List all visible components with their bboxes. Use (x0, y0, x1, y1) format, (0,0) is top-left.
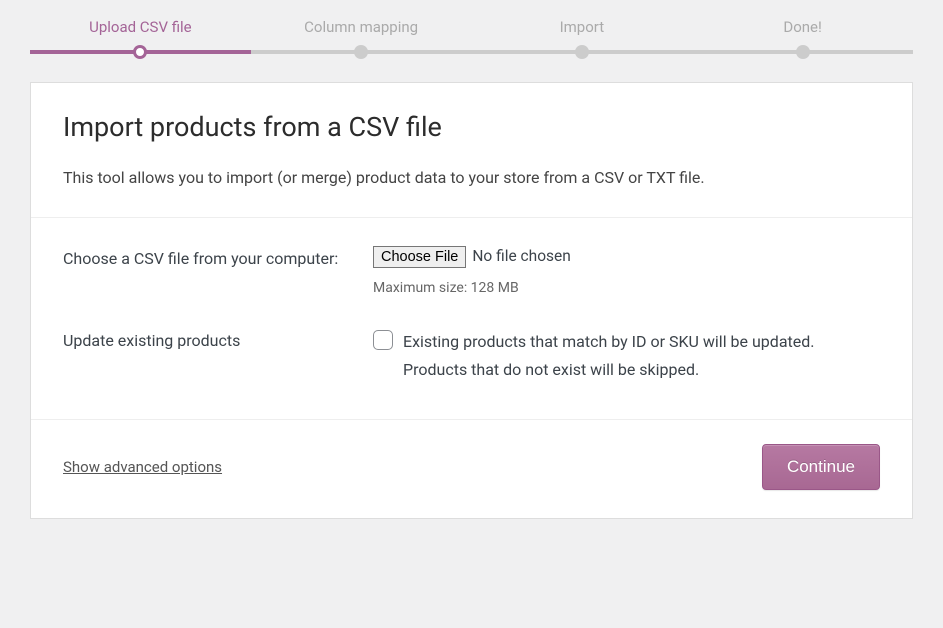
file-size-hint: Maximum size: 128 MB (373, 280, 880, 296)
import-card: Import products from a CSV file This too… (30, 82, 913, 519)
step-column-mapping: Column mapping (251, 12, 472, 42)
step-dot-3 (575, 45, 589, 59)
step-import: Import (472, 12, 693, 42)
continue-button[interactable]: Continue (762, 444, 880, 490)
choose-file-button[interactable]: Choose File (373, 246, 466, 268)
step-dot-4 (796, 45, 810, 59)
file-label: Choose a CSV file from your computer: (63, 246, 373, 296)
update-existing-label: Update existing products (63, 328, 373, 382)
update-existing-row: Update existing products Existing produc… (63, 328, 880, 382)
step-dot-1 (136, 48, 144, 56)
show-advanced-link[interactable]: Show advanced options (63, 458, 222, 476)
card-body: Choose a CSV file from your computer: Ch… (31, 217, 912, 418)
file-status: No file chosen (472, 247, 570, 265)
update-existing-description: Existing products that match by ID or SK… (403, 328, 880, 382)
step-upload-csv[interactable]: Upload CSV file (30, 12, 251, 42)
progress-stepper: Upload CSV file Column mapping Import Do… (30, 12, 913, 54)
step-done: Done! (692, 12, 913, 42)
card-header: Import products from a CSV file This too… (31, 83, 912, 217)
update-existing-checkbox[interactable] (373, 330, 393, 350)
step-dot-2 (354, 45, 368, 59)
file-row: Choose a CSV file from your computer: Ch… (63, 246, 880, 296)
card-footer: Show advanced options Continue (31, 419, 912, 518)
step-track (30, 50, 913, 54)
page-title: Import products from a CSV file (63, 111, 880, 143)
page-subtitle: This tool allows you to import (or merge… (63, 167, 880, 189)
